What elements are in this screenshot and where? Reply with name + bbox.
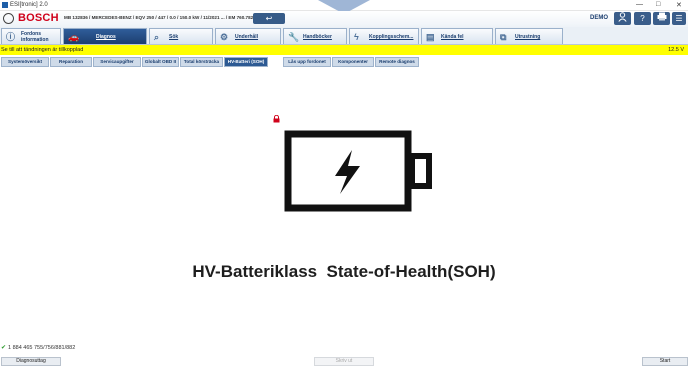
tab-manuals[interactable]: 🔧 Handböcker [283, 28, 347, 44]
tab-search[interactable]: ⌕ Sök [149, 28, 213, 44]
subtab-repair[interactable]: Reparation [50, 57, 92, 67]
external-link-icon: ⧉ [500, 32, 507, 42]
subtab-remote-diagnosis[interactable]: Remote diagnos [375, 57, 419, 67]
tab-label: Diagnos [96, 34, 116, 40]
ignition-status-bar: Se till att tändningen är tillkopplad 12… [0, 45, 688, 55]
battery-lightning-icon [284, 130, 432, 212]
subtab-components[interactable]: Komponenter [332, 57, 374, 67]
tab-known-faults[interactable]: ▤ Kända fel [421, 28, 493, 44]
tab-vehicle-information[interactable]: ⓘ Fordons information [1, 28, 61, 44]
vehicle-info: MB 132836 / MERCEDES-BENZ / EQV 250 / 44… [64, 15, 254, 20]
help-icon[interactable]: ? [634, 12, 651, 25]
tab-label: Kända fel [441, 34, 464, 40]
user-icon[interactable] [614, 12, 631, 25]
book-icon: ▤ [426, 32, 435, 42]
app-icon [2, 2, 8, 8]
subtab-unlock-vehicle[interactable]: Lås upp fordonet [283, 57, 331, 67]
start-button[interactable]: Start [642, 357, 688, 366]
return-arrow-icon: ↩ [265, 14, 273, 23]
tab-diagnosis[interactable]: 🚗 Diagnos [63, 28, 147, 44]
close-icon[interactable]: ✕ [676, 1, 682, 9]
subtab-service-data[interactable]: Servicaupgifter [93, 57, 141, 67]
minimize-icon[interactable]: — [636, 1, 643, 8]
tester-id: 1 884 465 755/756/881/882 [8, 345, 76, 351]
maximize-icon[interactable]: □ [656, 1, 660, 8]
print-button[interactable]: Skriv ut [314, 357, 374, 366]
diagnosis-subtabs: Systemöversikt Reparation Servicaupgifte… [0, 57, 688, 123]
status-message: Se till att tändningen är tillkopplad [1, 47, 84, 53]
diagnostic-socket-button[interactable]: Diagnosuttag [1, 357, 61, 366]
brand-logo: BOSCH [18, 12, 59, 24]
return-button[interactable]: ↩ [253, 13, 285, 24]
tab-maintenance[interactable]: ⚙ Underhåll [215, 28, 281, 44]
bosch-logo-icon [3, 13, 14, 24]
hv-battery-soh-title: HV-Batteriklass State-of-Health(SOH) [192, 262, 496, 281]
subtab-hv-battery-soh[interactable]: HV-Batteri (SOH) [224, 57, 268, 67]
tab-wiring-diagrams[interactable]: ϟ Kopplingsschem... [349, 28, 419, 44]
user-mode-label: DEMO [590, 15, 608, 21]
lock-icon [273, 114, 280, 123]
battery-voltage: 12.5 V [668, 47, 684, 53]
info-icon: ⓘ [6, 32, 16, 42]
tab-label: Fordons information [21, 31, 49, 43]
menu-icon[interactable]: ☰ [672, 12, 686, 25]
subtab-global-obd[interactable]: Globalt OBD II [142, 57, 179, 67]
check-icon: ✔ [1, 345, 7, 351]
subtab-system-overview[interactable]: Systemöversikt [1, 57, 49, 67]
window-title: ESI[tronic] 2.0 [10, 2, 48, 8]
tab-label: Utrustning [515, 34, 541, 40]
tab-label: Sök [169, 34, 179, 40]
gears-icon: ⚙ [220, 32, 229, 42]
lightning-icon: ϟ [354, 32, 359, 42]
tab-label: Kopplingsschem... [369, 34, 414, 40]
wrench-icon: 🔧 [288, 32, 300, 42]
subtab-total-mileage[interactable]: Total körsträcka [180, 57, 223, 67]
tab-equipment[interactable]: ⧉ Utrustning [495, 28, 563, 44]
car-icon: 🚗 [68, 32, 80, 42]
printer-icon[interactable] [653, 12, 670, 25]
search-icon: ⌕ [154, 32, 160, 42]
tab-label: Underhåll [235, 34, 259, 40]
tab-label: Handböcker [303, 34, 332, 40]
